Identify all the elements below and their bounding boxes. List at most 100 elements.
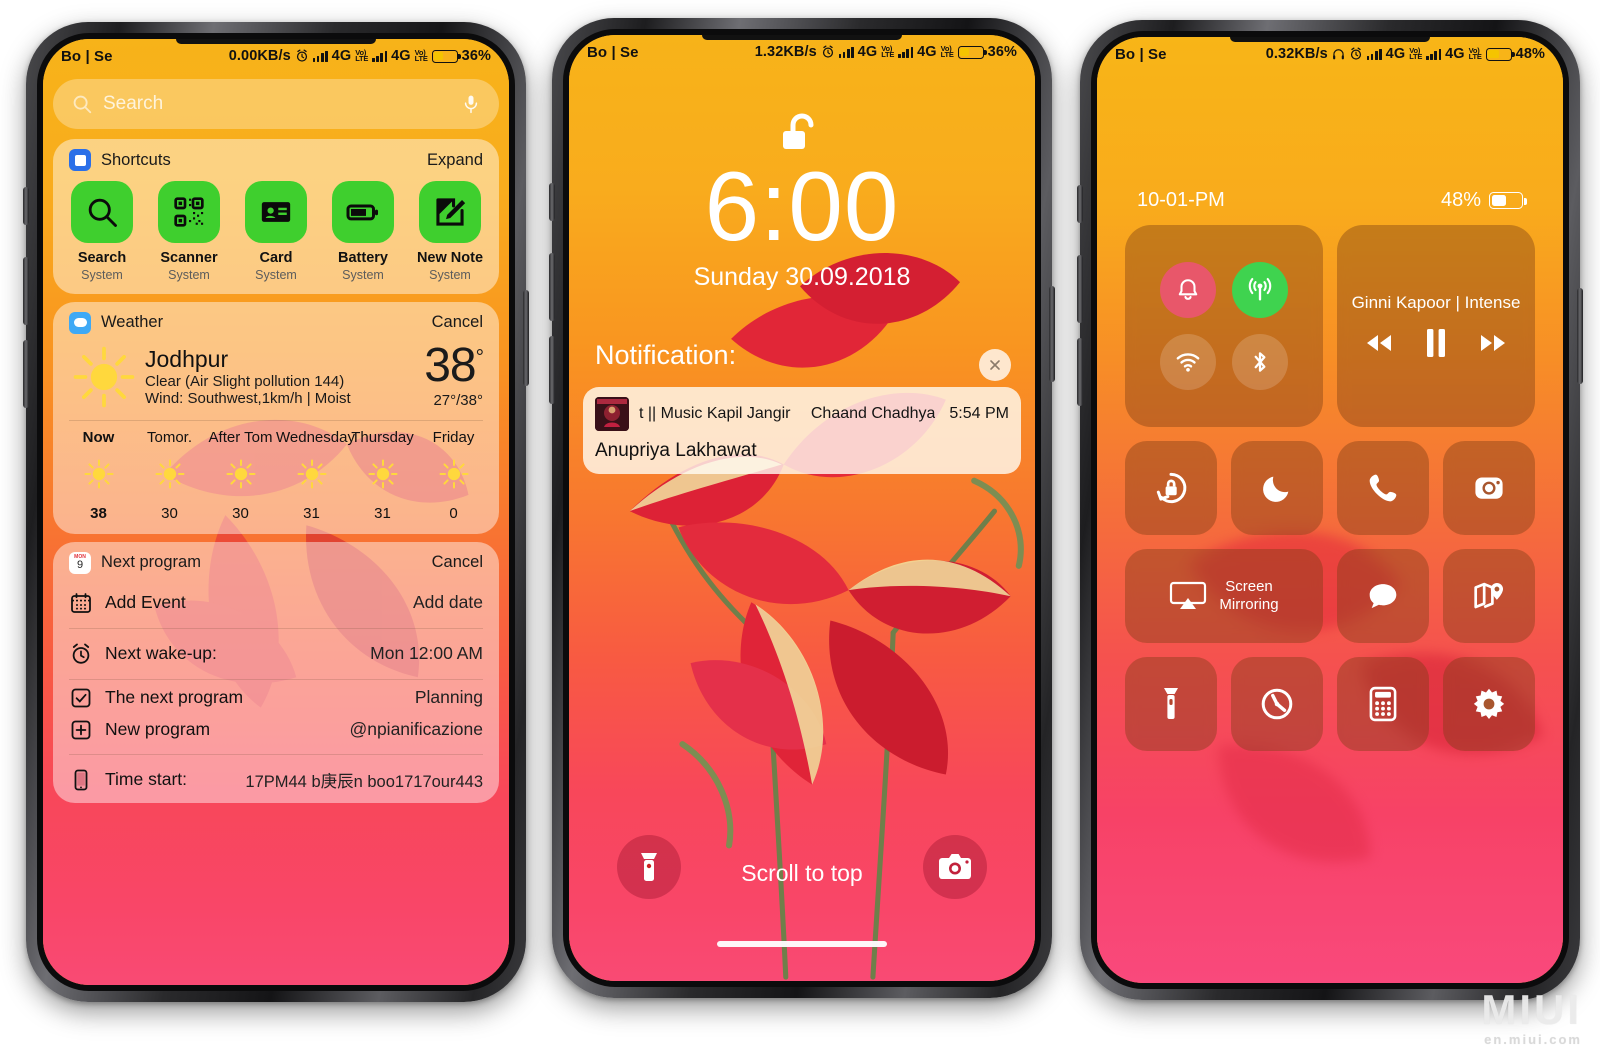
power-button[interactable] xyxy=(1577,288,1583,384)
control-center-grid: Ginni Kapoor | Intense Screen Mirroring xyxy=(1125,225,1535,751)
next-program-cancel-button[interactable]: Cancel xyxy=(432,553,483,572)
card-icon xyxy=(261,202,291,222)
notification-body: Anupriya Lakhawat xyxy=(595,440,757,461)
camera-icon xyxy=(1475,477,1503,499)
shortcuts-expand-button[interactable]: Expand xyxy=(427,151,483,170)
weather-card: Weather Cancel Jodhpur Clear (Air Slight… xyxy=(53,301,499,534)
the-next-program-row[interactable]: The next program Planning xyxy=(53,682,499,714)
search-icon xyxy=(88,198,117,227)
time-start-row[interactable]: Time start: 17PM44 b庚辰n boo1717our443 xyxy=(53,757,499,803)
divider xyxy=(69,678,483,680)
power-button[interactable] xyxy=(523,290,529,386)
carrier-label: Bo | Se xyxy=(1115,45,1167,63)
messages-tile[interactable] xyxy=(1337,549,1429,643)
calendar-day-badge: 9 xyxy=(76,558,84,571)
volume-up-button[interactable] xyxy=(549,253,555,321)
close-icon xyxy=(990,360,1000,370)
wifi-toggle[interactable] xyxy=(1160,334,1216,390)
battery-icon xyxy=(346,204,378,221)
row-value: Mon 12:00 AM xyxy=(370,643,483,664)
silent-switch[interactable] xyxy=(549,183,555,221)
timer-icon xyxy=(1261,688,1293,720)
wifi-icon xyxy=(1176,353,1200,372)
settings-tile[interactable] xyxy=(1443,657,1535,751)
flashlight-tile[interactable] xyxy=(1125,657,1217,751)
home-indicator[interactable] xyxy=(717,941,887,947)
network-type-sim1: 4G xyxy=(1385,46,1406,62)
maps-tile[interactable] xyxy=(1443,549,1535,643)
pause-icon[interactable] xyxy=(1423,327,1449,359)
camera-tile[interactable] xyxy=(1443,441,1535,535)
forecast-column[interactable]: Now 38 xyxy=(63,429,134,522)
forecast-day: Tomor. xyxy=(146,428,192,446)
notification-header: t || Music Kapil Jangir Chaand Chadhya 5… xyxy=(595,397,1009,431)
battery-percent: 48% xyxy=(1515,46,1545,62)
phone-tile[interactable] xyxy=(1337,441,1429,535)
shortcut-new-note[interactable]: New Note System xyxy=(413,181,487,282)
shortcut-sublabel: System xyxy=(342,267,384,282)
sun-icon xyxy=(225,459,256,489)
weather-app-icon xyxy=(69,311,91,334)
phone-2-bezel: Bo | Se 1.32KB/s 4G Vo) LTE 4G Vo) LTE 3… xyxy=(563,29,1041,987)
volume-up-button[interactable] xyxy=(23,257,29,325)
status-bar: Bo | Se 0.00KB/s 4G Vo) LTE 4G Vo) LTE 3… xyxy=(43,39,509,73)
screen-mirroring-tile[interactable]: Screen Mirroring xyxy=(1125,549,1323,643)
phone-2-frame: Bo | Se 1.32KB/s 4G Vo) LTE 4G Vo) LTE 3… xyxy=(549,18,1055,998)
sun-icon xyxy=(154,459,185,489)
do-not-disturb-tile[interactable] xyxy=(1231,441,1323,535)
battery-percent: 36% xyxy=(987,44,1017,60)
shortcut-card[interactable]: Card System xyxy=(239,181,313,282)
notification-time: 5:54 PM xyxy=(949,405,1009,422)
volume-down-button[interactable] xyxy=(23,340,29,408)
notification-close-button[interactable] xyxy=(979,349,1011,381)
forecast-column[interactable]: Tomor. 30 xyxy=(134,429,205,522)
shortcuts-app-icon xyxy=(69,149,91,171)
volume-down-button[interactable] xyxy=(1077,338,1083,406)
shortcut-search[interactable]: Search System xyxy=(65,181,139,282)
shortcut-scanner[interactable]: Scanner System xyxy=(152,181,226,282)
weather-cancel-button[interactable]: Cancel xyxy=(432,313,483,332)
bluetooth-toggle[interactable] xyxy=(1232,334,1288,390)
volume-up-button[interactable] xyxy=(1077,255,1083,323)
earpiece-notch xyxy=(1230,37,1430,42)
power-button[interactable] xyxy=(1049,286,1055,382)
shortcut-battery[interactable]: Battery System xyxy=(326,181,400,282)
forecast-column[interactable]: Friday 0 xyxy=(418,429,489,522)
cc-battery-percent: 48% xyxy=(1440,189,1481,211)
shortcuts-title: Shortcuts xyxy=(101,150,171,169)
battery-percent: 36% xyxy=(461,48,491,64)
notification-card[interactable]: t || Music Kapil Jangir Chaand Chadhya 5… xyxy=(583,387,1021,474)
search-input[interactable]: Search xyxy=(53,79,499,129)
forward-icon[interactable] xyxy=(1479,332,1507,354)
next-wakeup-row[interactable]: Next wake-up: Mon 12:00 AM xyxy=(53,631,499,677)
alarm-icon xyxy=(1350,47,1361,60)
forecast-column[interactable]: Wednesday 31 xyxy=(276,429,355,522)
new-program-row[interactable]: New program @npianificazione xyxy=(53,714,499,752)
timer-tile[interactable] xyxy=(1231,657,1323,751)
add-event-row[interactable]: Add Event Add date xyxy=(53,580,499,626)
divider xyxy=(69,753,483,755)
volume-down-button[interactable] xyxy=(549,336,555,404)
add-date-button[interactable]: Add date xyxy=(413,592,483,613)
calculator-tile[interactable] xyxy=(1337,657,1429,751)
silent-switch[interactable] xyxy=(23,187,29,225)
forecast-column[interactable]: After Tom 30 xyxy=(205,429,276,522)
rotation-lock-tile[interactable] xyxy=(1125,441,1217,535)
antenna-icon xyxy=(1248,277,1272,301)
forecast-column[interactable]: Thursday 31 xyxy=(347,429,418,522)
rewind-icon[interactable] xyxy=(1365,332,1393,354)
new-note-icon xyxy=(436,198,466,226)
media-player-tile[interactable]: Ginni Kapoor | Intense xyxy=(1337,225,1535,427)
forecast-temp: 30 xyxy=(161,504,178,522)
microphone-icon[interactable] xyxy=(461,92,481,116)
silent-toggle[interactable] xyxy=(1160,262,1216,318)
shortcut-label: Card xyxy=(259,250,293,266)
forecast-temp: 31 xyxy=(374,504,391,522)
silent-switch[interactable] xyxy=(1077,185,1083,223)
screen-mirroring-label: Screen Mirroring xyxy=(1219,578,1279,613)
cellular-toggle[interactable] xyxy=(1232,262,1288,318)
status-bar: Bo | Se 1.32KB/s 4G Vo) LTE 4G Vo) LTE 3… xyxy=(569,35,1035,69)
search-icon xyxy=(73,95,92,114)
scroll-to-top-label[interactable]: Scroll to top xyxy=(569,860,1035,887)
watermark-brand: MIUI xyxy=(1481,986,1582,1033)
